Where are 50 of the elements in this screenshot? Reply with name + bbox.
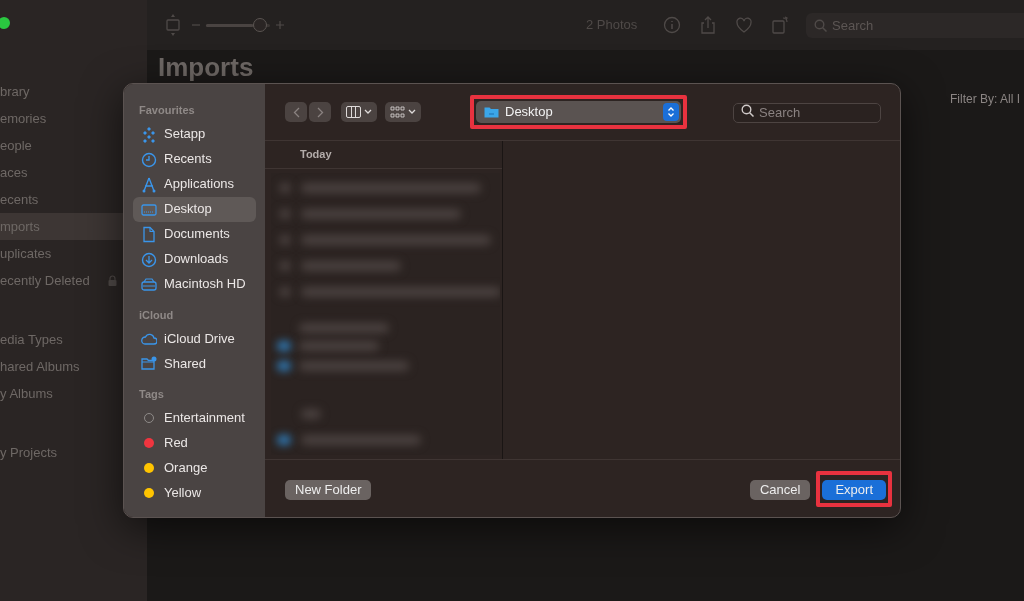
setapp-icon [141, 125, 157, 143]
search-field[interactable]: Search [733, 102, 881, 123]
sidebar-item[interactable]: iCloud Drive [133, 326, 256, 351]
info-icon[interactable] [663, 16, 682, 34]
caret-icon [364, 109, 372, 115]
plus-icon[interactable] [276, 21, 284, 29]
sidebar-item[interactable]: Yellow [133, 480, 256, 506]
slider-thumb[interactable] [252, 18, 267, 32]
dialog-button[interactable]: Cancel [749, 479, 811, 500]
sidebar-item[interactable]: Entertainment [133, 405, 256, 431]
rotate-icon[interactable] [771, 16, 790, 34]
section-heading: Favourites [139, 103, 196, 118]
applications-icon [141, 175, 157, 193]
folder-icon [484, 106, 499, 118]
clock-icon [141, 150, 157, 168]
section-heading: iCloud [139, 307, 175, 323]
window-zoom-control[interactable] [0, 17, 10, 29]
heart-icon[interactable] [735, 16, 754, 34]
dialog-button[interactable]: Export [822, 479, 886, 500]
forward-button[interactable] [309, 102, 331, 122]
sidebar-item[interactable]: Red [133, 430, 256, 456]
back-button[interactable] [285, 102, 307, 122]
sidebar-item[interactable]: Shared [133, 351, 256, 376]
grid-icon [390, 106, 405, 118]
shared-folder-icon [141, 355, 157, 372]
download-icon [141, 250, 157, 268]
sidebar-item[interactable]: Recents [133, 146, 256, 172]
chevrons-icon [667, 106, 675, 118]
minus-icon[interactable] [192, 21, 200, 29]
column-header: Today [265, 141, 502, 169]
location-dropdown[interactable]: Desktop [476, 101, 681, 123]
caret-icon [408, 109, 416, 115]
dialog-button[interactable]: New Folder [285, 479, 372, 500]
page-title: Imports [157, 52, 255, 82]
crop-icon [164, 13, 182, 37]
zoom-slider[interactable] [206, 18, 270, 32]
sidebar-item[interactable]: Desktop [133, 196, 256, 222]
section-heading: Tags [139, 387, 165, 402]
back-icon [292, 106, 300, 118]
group-button[interactable] [385, 102, 421, 122]
document-icon [141, 225, 157, 243]
share-icon[interactable] [699, 16, 718, 34]
lock-icon [108, 275, 117, 286]
view-mode-button[interactable] [341, 102, 377, 122]
sidebar-item[interactable]: Setapp [133, 121, 256, 147]
forward-icon [316, 106, 324, 118]
sidebar-item[interactable]: Applications [133, 171, 256, 197]
columns-icon [346, 106, 361, 118]
sidebar-item[interactable]: Orange [133, 455, 256, 481]
hard-drive-icon [141, 275, 157, 293]
